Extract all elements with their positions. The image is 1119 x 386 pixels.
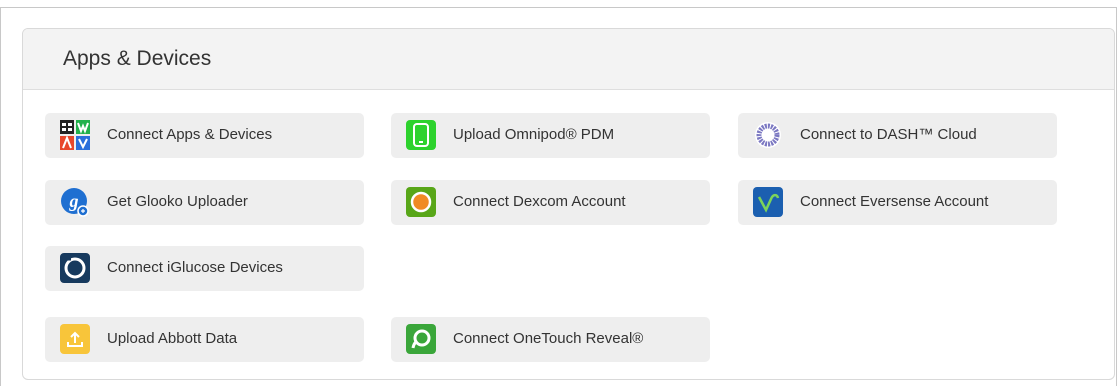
onetouch-logo-icon xyxy=(406,324,436,354)
dexcom-logo-icon xyxy=(406,187,436,217)
iglucose-logo-icon xyxy=(60,253,90,283)
get-glooko-uploader-label: Get Glooko Uploader xyxy=(107,193,248,210)
upload-omnipod-pdm-label: Upload Omnipod® PDM xyxy=(453,126,615,143)
connect-apps-devices-button[interactable]: Connect Apps & Devices xyxy=(45,113,364,158)
connect-onetouch-button[interactable]: Connect OneTouch Reveal® xyxy=(391,317,710,362)
connect-eversense-button[interactable]: Connect Eversense Account xyxy=(738,180,1057,225)
connect-dexcom-label: Connect Dexcom Account xyxy=(453,193,626,210)
connect-iglucose-button[interactable]: Connect iGlucose Devices xyxy=(45,246,364,291)
connect-iglucose-label: Connect iGlucose Devices xyxy=(107,259,283,276)
ring-icon xyxy=(753,120,783,150)
apps-grid-icon xyxy=(60,120,90,150)
connect-onetouch-label: Connect OneTouch Reveal® xyxy=(453,330,644,347)
connect-dash-cloud-button[interactable]: Connect to DASH™ Cloud xyxy=(738,113,1057,158)
eversense-logo-icon xyxy=(753,187,783,217)
panel-header: Apps & Devices xyxy=(23,29,1114,90)
connect-dash-cloud-label: Connect to DASH™ Cloud xyxy=(800,126,977,143)
panel-title: Apps & Devices xyxy=(63,47,212,70)
upload-icon xyxy=(60,324,90,354)
connect-apps-devices-label: Connect Apps & Devices xyxy=(107,126,273,143)
upload-omnipod-pdm-button[interactable]: Upload Omnipod® PDM xyxy=(391,113,710,158)
upload-abbott-button[interactable]: Upload Abbott Data xyxy=(45,317,364,362)
get-glooko-uploader-button[interactable]: g Get Glooko Uploader xyxy=(45,180,364,225)
glooko-logo-icon: g xyxy=(60,187,90,217)
connect-eversense-label: Connect Eversense Account xyxy=(800,193,989,210)
connect-dexcom-button[interactable]: Connect Dexcom Account xyxy=(391,180,710,225)
phone-icon xyxy=(406,120,436,150)
upload-abbott-label: Upload Abbott Data xyxy=(107,330,238,347)
apps-devices-panel: Apps & Devices Connect Apps & Devices Up… xyxy=(22,28,1115,380)
svg-text:g: g xyxy=(69,191,79,211)
